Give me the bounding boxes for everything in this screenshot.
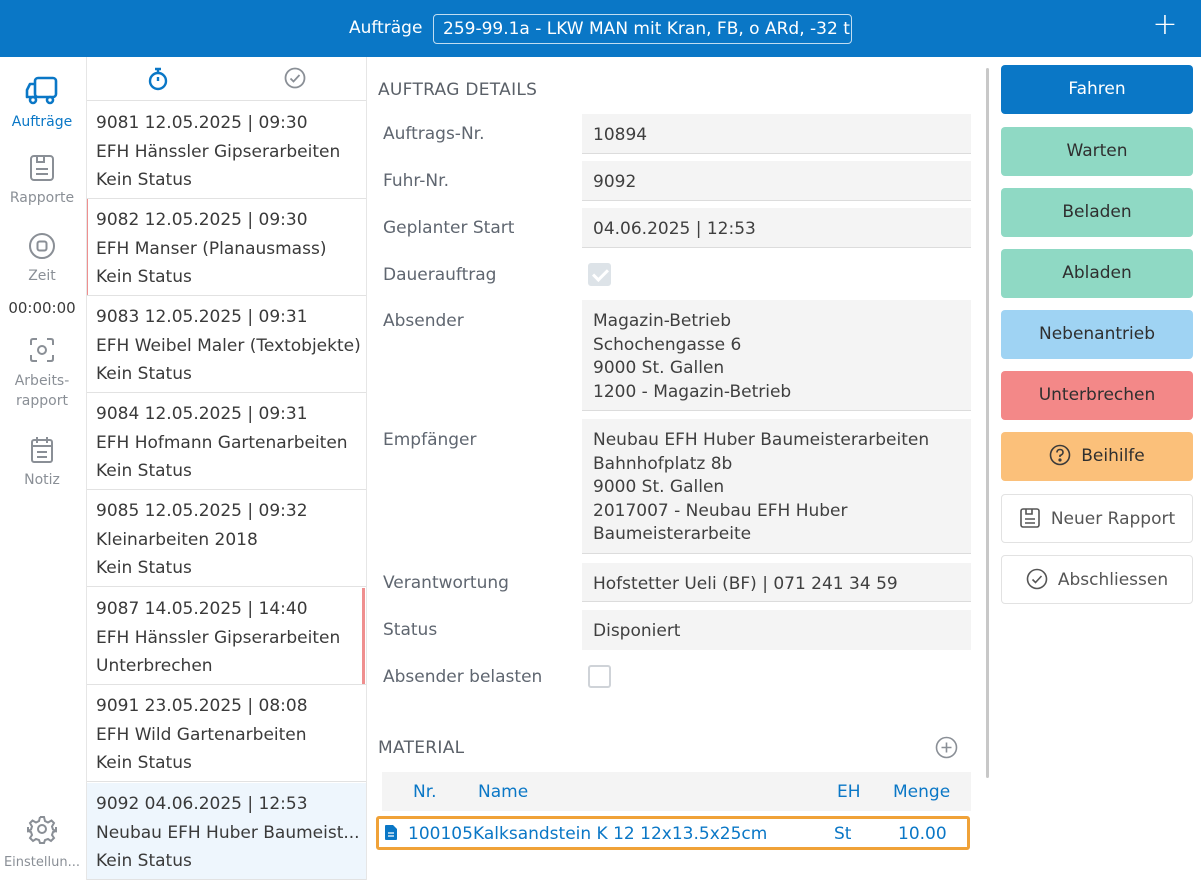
sidebar-item-label: Arbeits- rapport <box>14 373 70 409</box>
label-sender: Absender <box>383 311 464 331</box>
table-row[interactable]: 100105 Kalksandstein K 12 12x13.5x25cm S… <box>376 816 970 850</box>
pto-button[interactable]: Nebenantrieb <box>1001 310 1193 359</box>
focus-target-icon <box>30 338 54 362</box>
value-responsible: Hofstetter Ueli (BF) | 071 241 34 59 <box>582 563 971 602</box>
time-counter: 00:00:00 <box>8 299 76 317</box>
gear-icon <box>27 816 57 844</box>
order-details: AUFTRAG DETAILS Auftrags-Nr. 10894 Fuhr-… <box>368 57 982 880</box>
column-header-unit: EH <box>837 782 861 802</box>
list-item[interactable]: 9084 12.05.2025 | 09:31 EFH Hofmann Gart… <box>87 393 366 490</box>
charge-sender-checkbox[interactable] <box>588 665 611 688</box>
drive-button[interactable]: Fahren <box>1001 65 1193 114</box>
section-title-details: AUFTRAG DETAILS <box>378 80 538 100</box>
label-planned-start: Geplanter Start <box>383 218 515 238</box>
material-name: Kalksandstein K 12 12x13.5x25cm <box>473 824 768 844</box>
value-status: Disponiert <box>582 610 971 650</box>
column-header-name: Name <box>478 782 529 802</box>
column-header-qty: Menge <box>893 782 951 802</box>
value-planned-start: 04.06.2025 | 12:53 <box>582 208 971 248</box>
list-item[interactable]: 9081 12.05.2025 | 09:30 EFH Hänssler Gip… <box>87 102 366 199</box>
sidebar-item-label: Zeit <box>28 268 56 284</box>
add-material-button[interactable] <box>935 736 958 763</box>
list-item[interactable]: 9087 14.05.2025 | 14:40 EFH Hänssler Gip… <box>87 588 366 685</box>
value-order-no: 10894 <box>582 114 971 154</box>
label-standing-order: Dauerauftrag <box>383 265 497 285</box>
label-charge-sender: Absender belasten <box>383 667 543 687</box>
top-bar: Aufträge 259-99.1a - LKW MAN mit Kran, F… <box>0 0 1201 57</box>
vehicle-selector[interactable]: 259-99.1a - LKW MAN mit Kran, FB, o ARd,… <box>433 14 852 44</box>
section-title-material: MATERIAL <box>378 738 465 758</box>
tab-stopwatch[interactable] <box>147 67 169 95</box>
load-button[interactable]: Beladen <box>1001 188 1193 237</box>
sidebar-item-orders[interactable]: Aufträge <box>0 75 84 131</box>
list-item[interactable]: 9082 12.05.2025 | 09:30 EFH Manser (Plan… <box>87 199 366 296</box>
list-item[interactable]: 9091 23.05.2025 | 08:08 EFH Wild Gartena… <box>87 685 366 782</box>
stopwatch-icon <box>148 67 168 91</box>
plus-circle-icon <box>935 736 958 759</box>
label-recipient: Empfänger <box>383 430 477 450</box>
list-item[interactable]: 9085 12.05.2025 | 09:32 Kleinarbeiten 20… <box>87 490 366 587</box>
calendar-note-icon <box>31 437 53 463</box>
value-sender: Magazin-Betrieb Schochengasse 6 9000 St.… <box>582 300 971 411</box>
label-responsible: Verantwortung <box>383 573 509 593</box>
material-table-header: Nr. Name EH Menge <box>382 772 971 811</box>
order-list-filter-tabs <box>87 57 366 101</box>
check-circle-icon <box>1026 568 1048 589</box>
sidebar-item-label: Aufträge <box>11 114 73 130</box>
complete-button[interactable]: Abschliessen <box>1001 555 1193 604</box>
label-order-no: Auftrags-Nr. <box>383 124 485 144</box>
sidebar-item-note[interactable]: Notiz <box>0 435 84 489</box>
save-report-icon <box>30 155 54 181</box>
wait-button[interactable]: Warten <box>1001 127 1193 176</box>
list-item-selected[interactable]: 9092 04.06.2025 | 12:53 Neubau EFH Huber… <box>87 783 366 880</box>
material-nr: 100105 <box>408 824 473 844</box>
document-icon <box>385 825 397 845</box>
tab-completed[interactable] <box>284 67 306 93</box>
value-recipient: Neubau EFH Huber Baumeisterarbeiten Bahn… <box>582 419 971 554</box>
check-circle-icon <box>284 67 306 89</box>
help-icon <box>1049 444 1071 465</box>
new-report-button[interactable]: Neuer Rapport <box>1001 494 1193 543</box>
assist-button[interactable]: Beihilfe <box>1001 432 1193 481</box>
list-item[interactable]: 9083 12.05.2025 | 09:31 EFH Weibel Maler… <box>87 296 366 393</box>
material-unit: St <box>834 824 852 844</box>
sidebar-item-reports[interactable]: Rapporte <box>0 153 84 207</box>
truck-icon <box>25 76 58 105</box>
column-header-nr: Nr. <box>413 782 437 802</box>
order-list: 9081 12.05.2025 | 09:30 EFH Hänssler Gip… <box>86 57 367 880</box>
label-status: Status <box>383 620 438 640</box>
page-title: Aufträge <box>349 18 423 38</box>
sidebar-nav: Aufträge Rapporte Zeit 00:00:00 Arbeits-… <box>0 57 84 880</box>
add-order-button[interactable]: + <box>1150 10 1180 40</box>
material-qty: 10.00 <box>898 824 947 844</box>
value-trip-no: 9092 <box>582 161 971 201</box>
sidebar-item-settings[interactable]: Einstellun... <box>0 814 84 872</box>
report-icon <box>1020 507 1040 528</box>
label-trip-no: Fuhr-Nr. <box>383 171 449 191</box>
sidebar-item-label: Rapporte <box>9 190 75 206</box>
stop-circle-icon <box>29 233 55 259</box>
standing-order-checkbox[interactable] <box>588 263 611 286</box>
sidebar-item-label: Einstellun... <box>3 855 81 870</box>
sidebar-item-work-report[interactable]: Arbeits- rapport <box>0 335 84 411</box>
sidebar-item-time[interactable]: Zeit 00:00:00 <box>0 231 84 317</box>
unload-button[interactable]: Abladen <box>1001 249 1193 298</box>
sidebar-item-label: Notiz <box>24 472 60 488</box>
interrupt-button[interactable]: Unterbrechen <box>1001 371 1193 420</box>
details-scrollbar[interactable] <box>986 68 989 778</box>
